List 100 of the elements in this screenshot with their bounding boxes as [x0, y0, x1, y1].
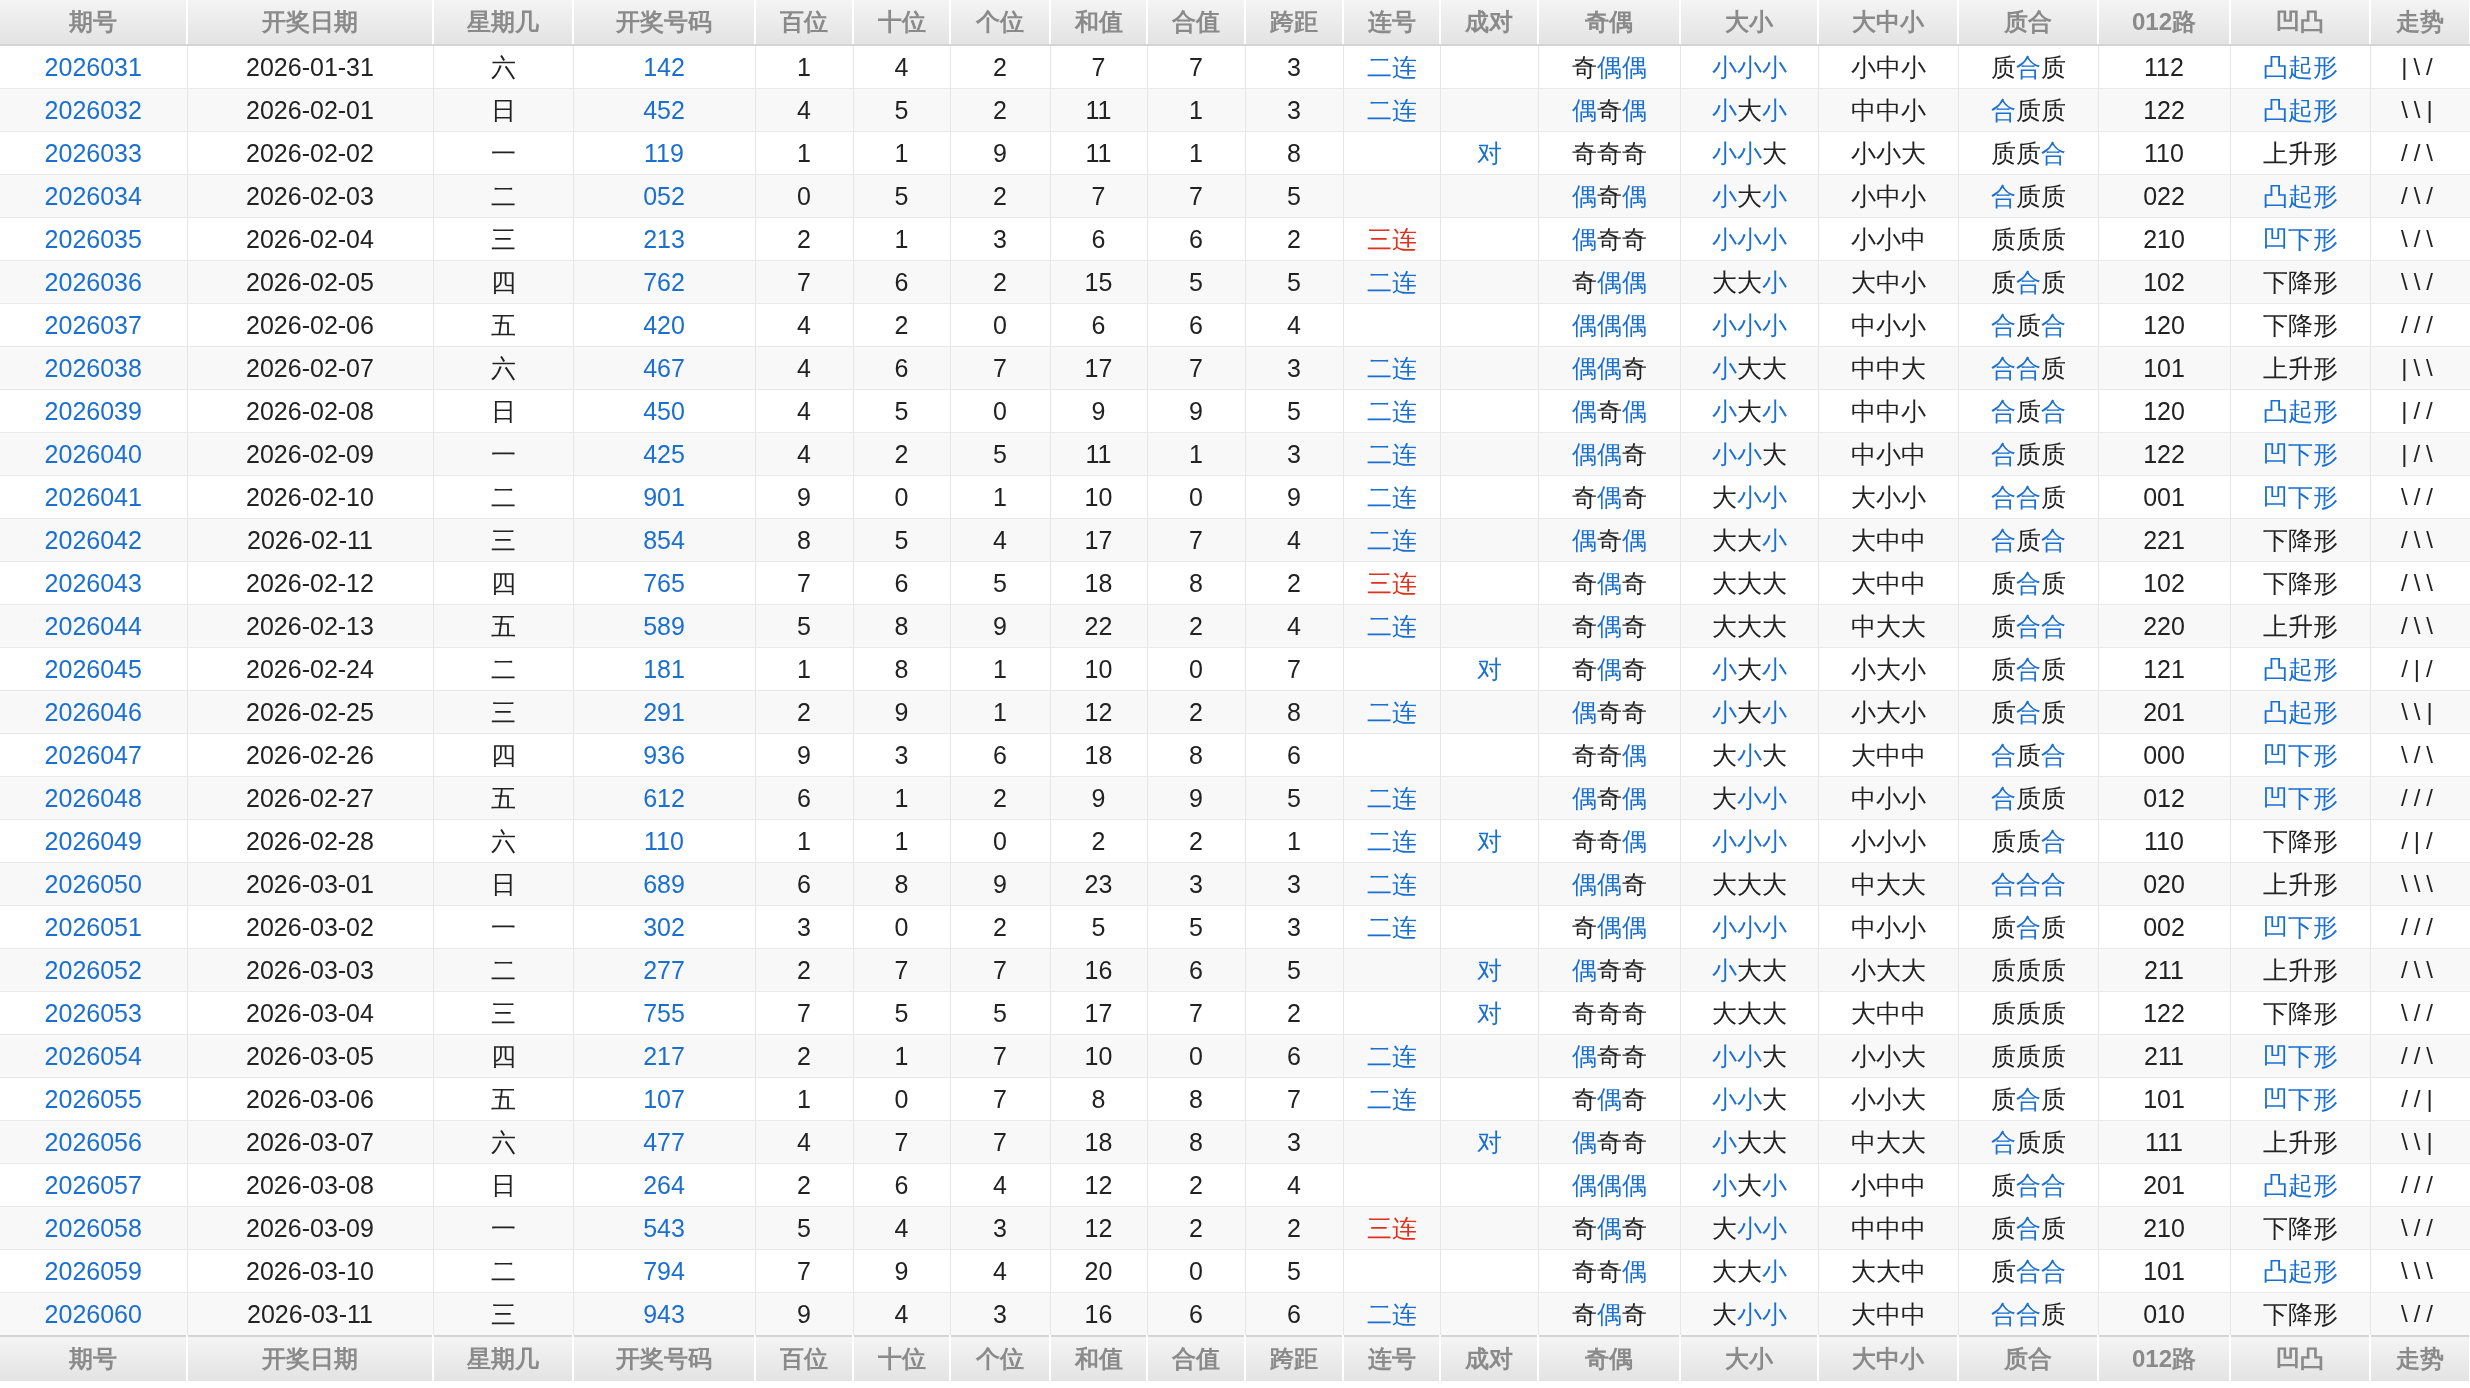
table-cell: 小小大: [1818, 1034, 1958, 1078]
table-cell: 5: [853, 991, 950, 1035]
table-cell: 010: [2098, 1292, 2230, 1336]
table-cell: 质合合: [1958, 604, 2098, 648]
table-cell: 凸起形: [2230, 690, 2370, 734]
table-cell: 8: [853, 647, 950, 691]
table-cell: 277: [573, 948, 755, 992]
table-cell-text: 三连: [1366, 567, 1417, 599]
table-cell: 18: [1050, 561, 1147, 605]
table-cell: 5: [950, 561, 1050, 605]
table-cell: 大中中: [1818, 561, 1958, 605]
table-cell: 3: [1245, 346, 1343, 390]
table-cell: 9: [755, 1292, 853, 1336]
table-cell-text: 对: [1476, 997, 1502, 1029]
table-cell: 奇偶奇: [1538, 1077, 1680, 1121]
table-cell: 凸起形: [2230, 174, 2370, 218]
table-cell-text: 二连: [1366, 94, 1417, 126]
table-cell: 奇奇奇: [1538, 991, 1680, 1035]
table-cell: 1: [853, 819, 950, 863]
table-cell: 质质质: [1958, 991, 2098, 1035]
table-cell: 8: [755, 518, 853, 562]
table-cell: 中大大: [1818, 862, 1958, 906]
table-cell: 大大大: [1680, 862, 1818, 906]
table-cell: 2: [853, 303, 950, 347]
table-cell: 四: [433, 1034, 573, 1078]
column-header: 质合: [1958, 1336, 2098, 1381]
table-cell: 2026042: [0, 518, 187, 562]
table-cell: 6: [1245, 1292, 1343, 1336]
table-cell: 2: [755, 1034, 853, 1078]
table-cell: 8: [1147, 1120, 1245, 1164]
table-cell: 小小中: [1818, 217, 1958, 261]
table-cell: 4: [755, 432, 853, 476]
table-cell: 110: [2098, 819, 2230, 863]
table-cell: 大小小: [1680, 1292, 1818, 1336]
column-header: 合值: [1147, 1336, 1245, 1381]
table-cell: 4: [853, 1292, 950, 1336]
table-cell: 11: [1050, 131, 1147, 175]
table-cell: 201: [2098, 1163, 2230, 1207]
table-cell: 120: [2098, 389, 2230, 433]
table-cell: 小大小: [1680, 88, 1818, 132]
table-cell: 220: [2098, 604, 2230, 648]
column-header: 个位: [950, 0, 1050, 45]
table-cell: 小小大: [1680, 1077, 1818, 1121]
table-cell: \\/: [2370, 260, 2470, 304]
table-cell: 001: [2098, 475, 2230, 519]
table-cell: 二: [433, 647, 573, 691]
table-cell: 2026054: [0, 1034, 187, 1078]
table-cell: 2026055: [0, 1077, 187, 1121]
table-cell: |/\: [2370, 432, 2470, 476]
table-cell: 052: [573, 174, 755, 218]
table-cell: 大小小: [1680, 776, 1818, 820]
table-cell: 2: [755, 690, 853, 734]
table-cell: 122: [2098, 991, 2230, 1035]
table-cell: //|: [2370, 1077, 2470, 1121]
table-cell: 5: [950, 991, 1050, 1035]
table-cell: 小大小: [1680, 690, 1818, 734]
column-header: 百位: [755, 1336, 853, 1381]
table-cell: 11: [1050, 88, 1147, 132]
table-cell: 三: [433, 690, 573, 734]
column-header: 期号: [0, 1336, 187, 1381]
table-cell-text: 对: [1476, 1126, 1502, 1158]
table-cell: 6: [853, 561, 950, 605]
column-header: 开奖号码: [573, 1336, 755, 1381]
table-cell: 2: [1147, 690, 1245, 734]
table-cell-text: 二连: [1366, 911, 1417, 943]
table-cell: 小小小: [1818, 819, 1958, 863]
table-cell: 2026039: [0, 389, 187, 433]
table-cell: 上升形: [2230, 862, 2370, 906]
table-cell: 凹下形: [2230, 905, 2370, 949]
table-cell-text: 对: [1476, 653, 1502, 685]
table-cell: 下降形: [2230, 561, 2370, 605]
table-cell: 4: [853, 1206, 950, 1250]
table-cell: 1: [853, 1034, 950, 1078]
table-cell: 质质质: [1958, 1034, 2098, 1078]
column-header: 成对: [1440, 1336, 1538, 1381]
table-cell: 1: [1245, 819, 1343, 863]
table-cell: 一: [433, 432, 573, 476]
table-cell: 9: [950, 862, 1050, 906]
table-cell: 大中中: [1818, 1292, 1958, 1336]
table-cell: 下降形: [2230, 819, 2370, 863]
table-cell: 5: [1245, 174, 1343, 218]
table-cell: /\\: [2370, 518, 2470, 562]
table-cell: 7: [755, 991, 853, 1035]
table-cell: 中小小: [1818, 303, 1958, 347]
table-cell: 1: [755, 1077, 853, 1121]
table-cell: 1: [755, 647, 853, 691]
table-cell: 1: [1147, 432, 1245, 476]
table-cell: 奇偶奇: [1538, 604, 1680, 648]
table-cell: 质合质: [1958, 905, 2098, 949]
table-cell: 2: [853, 432, 950, 476]
table-cell: 小大小: [1680, 647, 1818, 691]
table-cell: \\|: [2370, 1120, 2470, 1164]
table-cell: 奇偶奇: [1538, 1292, 1680, 1336]
table-cell: 2: [950, 174, 1050, 218]
table-cell: 一: [433, 1206, 573, 1250]
table-cell: 3: [950, 1292, 1050, 1336]
table-cell: 5: [1147, 260, 1245, 304]
table-cell: 六: [433, 346, 573, 390]
column-header: 奇偶: [1538, 0, 1680, 45]
table-cell: 7: [853, 948, 950, 992]
